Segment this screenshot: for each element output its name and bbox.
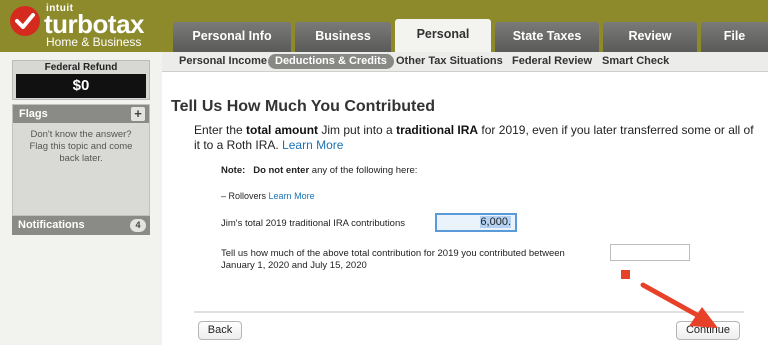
pointer-arrow-annotation bbox=[621, 270, 718, 328]
turbotax-window: intuit turbotax Home & Business Personal… bbox=[0, 0, 768, 345]
arrow-shaft bbox=[640, 282, 709, 323]
arrow-square-marker bbox=[621, 270, 630, 279]
